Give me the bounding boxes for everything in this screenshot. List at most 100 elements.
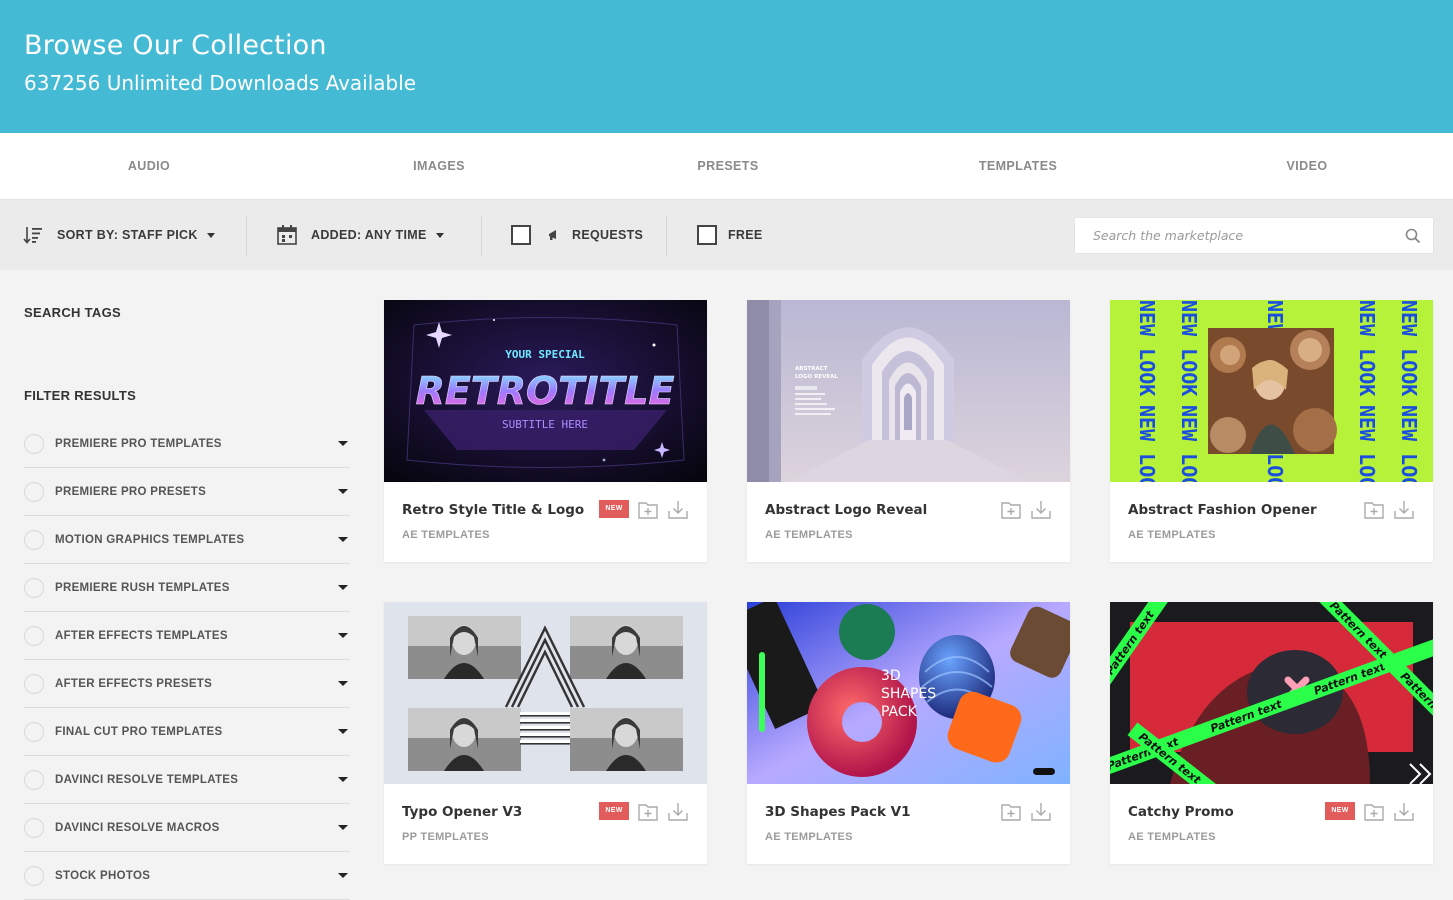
megaphone-icon (547, 228, 561, 242)
radio-button[interactable] (24, 770, 44, 790)
divider (246, 216, 247, 256)
requests-checkbox[interactable] (511, 225, 531, 245)
product-thumbnail[interactable]: NEW LOOK NEW LOOK NEW LOOK NEW LOOK NEW … (1110, 300, 1433, 482)
thumb-text: ABSTRACT (795, 366, 828, 372)
add-to-folder-icon[interactable] (1000, 499, 1022, 521)
product-card: Typo Opener V3 PP TEMPLATES NEW (384, 602, 707, 864)
thumb-text: NEW LOOK (1135, 405, 1159, 482)
thumb-text: NEW LOOK (1397, 300, 1421, 396)
radio-button[interactable] (24, 482, 44, 502)
chevron-down-icon (206, 232, 215, 238)
product-card: 3D SHAPES PACK 3D Shapes Pack V1 AE TEMP… (747, 602, 1070, 864)
download-icon[interactable] (1393, 801, 1415, 823)
filter-results-heading: FILTER RESULTS (24, 388, 137, 403)
caret-down-icon[interactable] (338, 873, 348, 878)
category-filter-item[interactable]: PREMIERE PRO TEMPLATES (24, 420, 350, 468)
thumb-text: NEW LOOK (1355, 300, 1379, 396)
caret-down-icon[interactable] (338, 825, 348, 830)
product-thumbnail[interactable]: ABSTRACT LOGO REVEAL (747, 300, 1070, 482)
category-filter-item[interactable]: STOCK PHOTOS (24, 852, 350, 900)
free-filter[interactable]: FREE (697, 200, 763, 270)
download-icon[interactable] (1030, 801, 1052, 823)
free-label: FREE (728, 228, 763, 242)
product-card: ABSTRACT LOGO REVEAL Abstract Logo Revea… (747, 300, 1070, 562)
tab-templates[interactable]: TEMPLATES (873, 133, 1163, 200)
free-checkbox[interactable] (697, 225, 717, 245)
caret-down-icon[interactable] (338, 681, 348, 686)
category-filter-item[interactable]: PREMIERE PRO PRESETS (24, 468, 350, 516)
category-label: FINAL CUT PRO TEMPLATES (55, 726, 223, 738)
product-title[interactable]: Retro Style Title & Logo (402, 502, 584, 518)
caret-down-icon[interactable] (338, 585, 348, 590)
product-category[interactable]: AE TEMPLATES (765, 831, 853, 843)
category-filter-item[interactable]: MOTION GRAPHICS TEMPLATES (24, 516, 350, 564)
radio-button[interactable] (24, 818, 44, 838)
new-badge: NEW (599, 500, 629, 518)
product-title[interactable]: 3D Shapes Pack V1 (765, 804, 910, 820)
caret-down-icon[interactable] (338, 441, 348, 446)
product-category[interactable]: AE TEMPLATES (1128, 529, 1216, 541)
tab-video[interactable]: VIDEO (1162, 133, 1452, 200)
product-thumbnail[interactable] (384, 602, 707, 784)
radio-button[interactable] (24, 866, 44, 886)
radio-button[interactable] (24, 722, 44, 742)
caret-down-icon[interactable] (338, 537, 348, 542)
new-badge: NEW (599, 802, 629, 820)
category-filter-item[interactable]: PREMIERE RUSH TEMPLATES (24, 564, 350, 612)
product-category[interactable]: AE TEMPLATES (402, 529, 490, 541)
new-badge: NEW (1325, 802, 1355, 820)
tab-audio[interactable]: AUDIO (4, 133, 294, 200)
product-category[interactable]: PP TEMPLATES (402, 831, 489, 843)
search-tags-heading: SEARCH TAGS (24, 305, 121, 320)
product-category[interactable]: AE TEMPLATES (765, 529, 853, 541)
category-tabs: AUDIO IMAGES PRESETS TEMPLATES VIDEO (0, 133, 1453, 200)
caret-down-icon[interactable] (338, 633, 348, 638)
product-thumbnail[interactable]: 3D SHAPES PACK (747, 602, 1070, 784)
radio-button[interactable] (24, 578, 44, 598)
category-label: DAVINCI RESOLVE MACROS (55, 822, 220, 834)
category-filter-item[interactable]: AFTER EFFECTS TEMPLATES (24, 612, 350, 660)
thumb-text: NEW LOOK (1177, 300, 1201, 396)
product-thumbnail[interactable]: YOUR SPECIAL RETROTITLE SUBTITLE HERE (384, 300, 707, 482)
add-to-folder-icon[interactable] (637, 801, 659, 823)
thumb-text: 3D (881, 668, 901, 684)
category-filter-item[interactable]: DAVINCI RESOLVE MACROS (24, 804, 350, 852)
radio-button[interactable] (24, 434, 44, 454)
category-label: MOTION GRAPHICS TEMPLATES (55, 534, 245, 546)
download-icon[interactable] (667, 499, 689, 521)
add-to-folder-icon[interactable] (1363, 801, 1385, 823)
product-title[interactable]: Abstract Logo Reveal (765, 502, 927, 518)
sort-dropdown[interactable]: SORT BY: STAFF PICK (23, 200, 215, 270)
calendar-icon (276, 224, 298, 246)
search-input[interactable] (1075, 218, 1395, 253)
product-category[interactable]: AE TEMPLATES (1128, 831, 1216, 843)
caret-down-icon[interactable] (338, 729, 348, 734)
product-title[interactable]: Abstract Fashion Opener (1128, 502, 1317, 518)
radio-button[interactable] (24, 674, 44, 694)
thumb-text: SHAPES (881, 686, 936, 702)
category-filter-item[interactable]: FINAL CUT PRO TEMPLATES (24, 708, 350, 756)
add-to-folder-icon[interactable] (1363, 499, 1385, 521)
page-header: Browse Our Collection 637256 Unlimited D… (0, 0, 1453, 133)
tab-images[interactable]: IMAGES (294, 133, 584, 200)
download-icon[interactable] (667, 801, 689, 823)
add-to-folder-icon[interactable] (1000, 801, 1022, 823)
product-title[interactable]: Catchy Promo (1128, 804, 1234, 820)
radio-button[interactable] (24, 626, 44, 646)
chevron-down-icon (435, 232, 444, 238)
download-icon[interactable] (1393, 499, 1415, 521)
product-title[interactable]: Typo Opener V3 (402, 804, 522, 820)
product-thumbnail[interactable]: Pattern text Pattern text Pattern text P… (1110, 602, 1433, 784)
thumb-text: PACK (881, 704, 918, 720)
caret-down-icon[interactable] (338, 777, 348, 782)
caret-down-icon[interactable] (338, 489, 348, 494)
add-to-folder-icon[interactable] (637, 499, 659, 521)
requests-filter[interactable]: REQUESTS (511, 200, 643, 270)
added-dropdown[interactable]: ADDED: ANY TIME (276, 200, 444, 270)
category-filter-item[interactable]: DAVINCI RESOLVE TEMPLATES (24, 756, 350, 804)
download-icon[interactable] (1030, 499, 1052, 521)
category-filter-item[interactable]: AFTER EFFECTS PRESETS (24, 660, 350, 708)
search-icon[interactable] (1405, 228, 1421, 249)
tab-presets[interactable]: PRESETS (583, 133, 873, 200)
radio-button[interactable] (24, 530, 44, 550)
